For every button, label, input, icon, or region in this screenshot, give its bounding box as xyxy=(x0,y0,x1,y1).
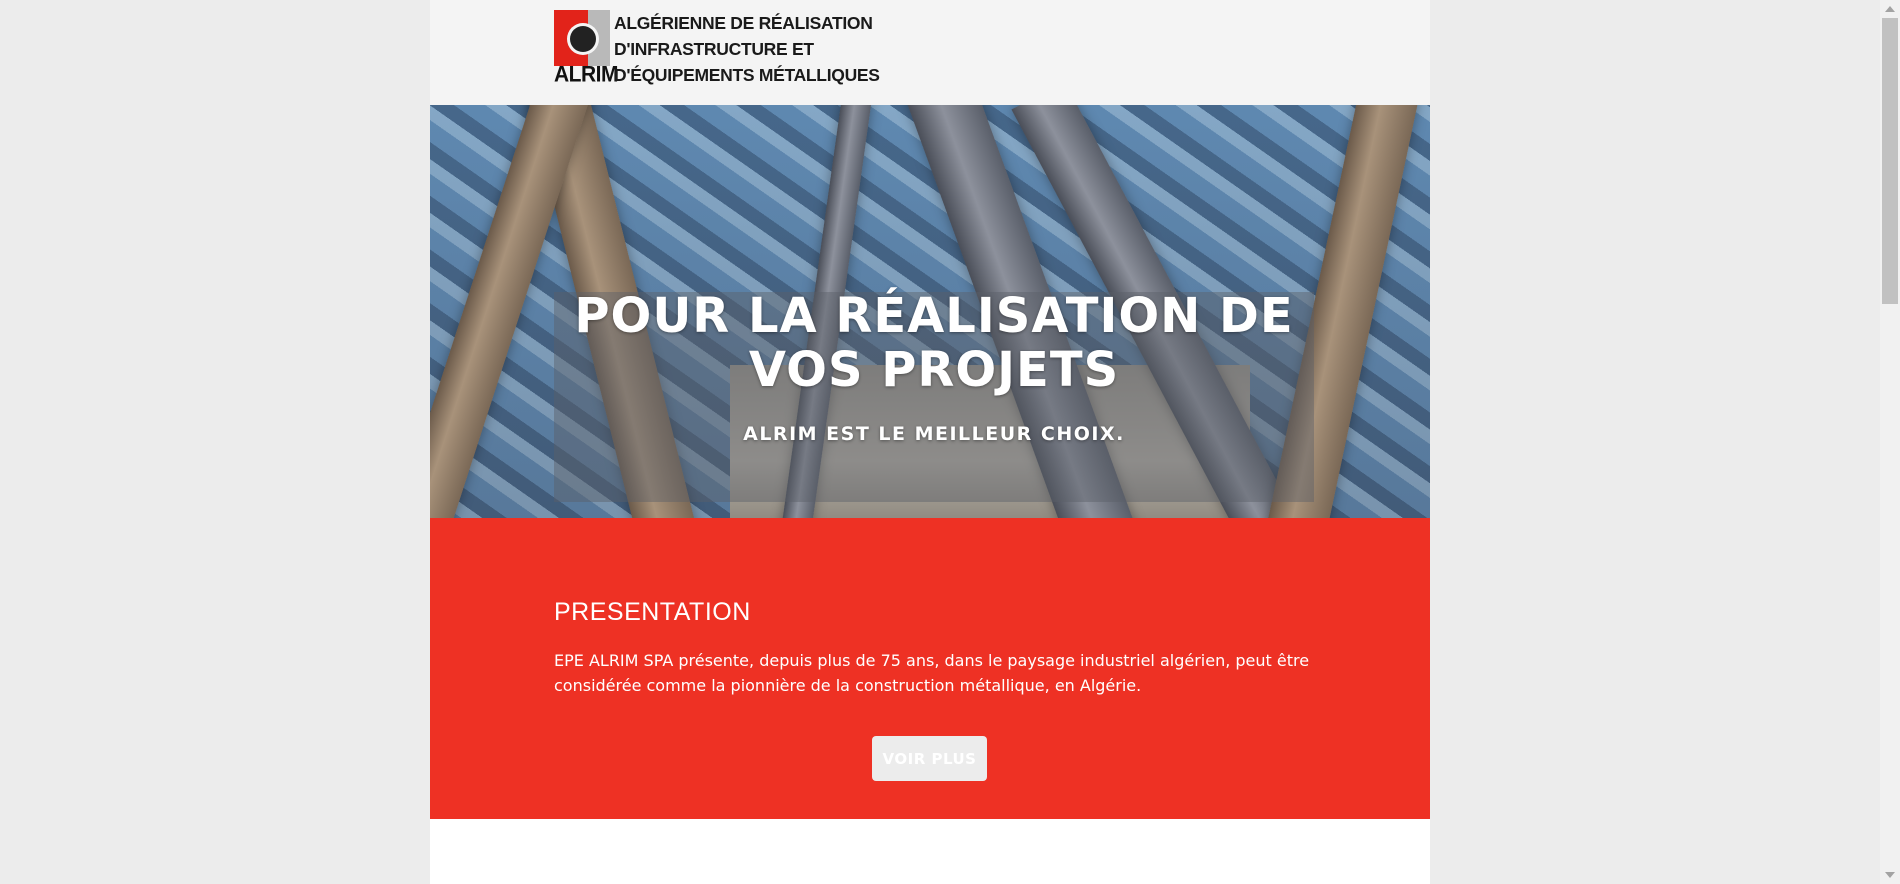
company-name-line-3: D'ÉQUIPEMENTS MÉTALLIQUES xyxy=(614,65,880,85)
presentation-title: PRESENTATION xyxy=(554,598,751,626)
presentation-section: PRESENTATION EPE ALRIM SPA présente, dep… xyxy=(430,518,1430,819)
hero-banner: POUR LA RÉALISATION DE VOS PROJETS ALRIM… xyxy=(430,105,1430,518)
logo-abbreviation: ALRIM xyxy=(554,62,619,87)
scroll-up-arrow-icon[interactable] xyxy=(1885,6,1895,12)
site-header: ALRIM ALGÉRIENNE DE RÉALISATION D'INFRAS… xyxy=(430,0,1430,105)
page-scrollbar[interactable] xyxy=(1880,0,1900,884)
company-logo[interactable]: ALRIM ALGÉRIENNE DE RÉALISATION D'INFRAS… xyxy=(554,10,880,87)
page-container: ALRIM ALGÉRIENNE DE RÉALISATION D'INFRAS… xyxy=(430,0,1430,884)
scroll-thumb[interactable] xyxy=(1882,18,1898,304)
hero-subtitle: ALRIM EST LE MEILLEUR CHOIX. xyxy=(743,423,1125,445)
scroll-down-arrow-icon[interactable] xyxy=(1885,872,1895,878)
voir-plus-button[interactable]: VOIR PLUS xyxy=(872,736,987,781)
hero-title: POUR LA RÉALISATION DE VOS PROJETS xyxy=(574,288,1294,398)
company-name-line-2: D'INFRASTRUCTURE ET xyxy=(614,39,814,59)
logo-mark-icon xyxy=(554,10,610,66)
company-name-line-1: ALGÉRIENNE DE RÉALISATION xyxy=(614,13,873,33)
presentation-text: EPE ALRIM SPA présente, depuis plus de 7… xyxy=(554,651,1310,695)
